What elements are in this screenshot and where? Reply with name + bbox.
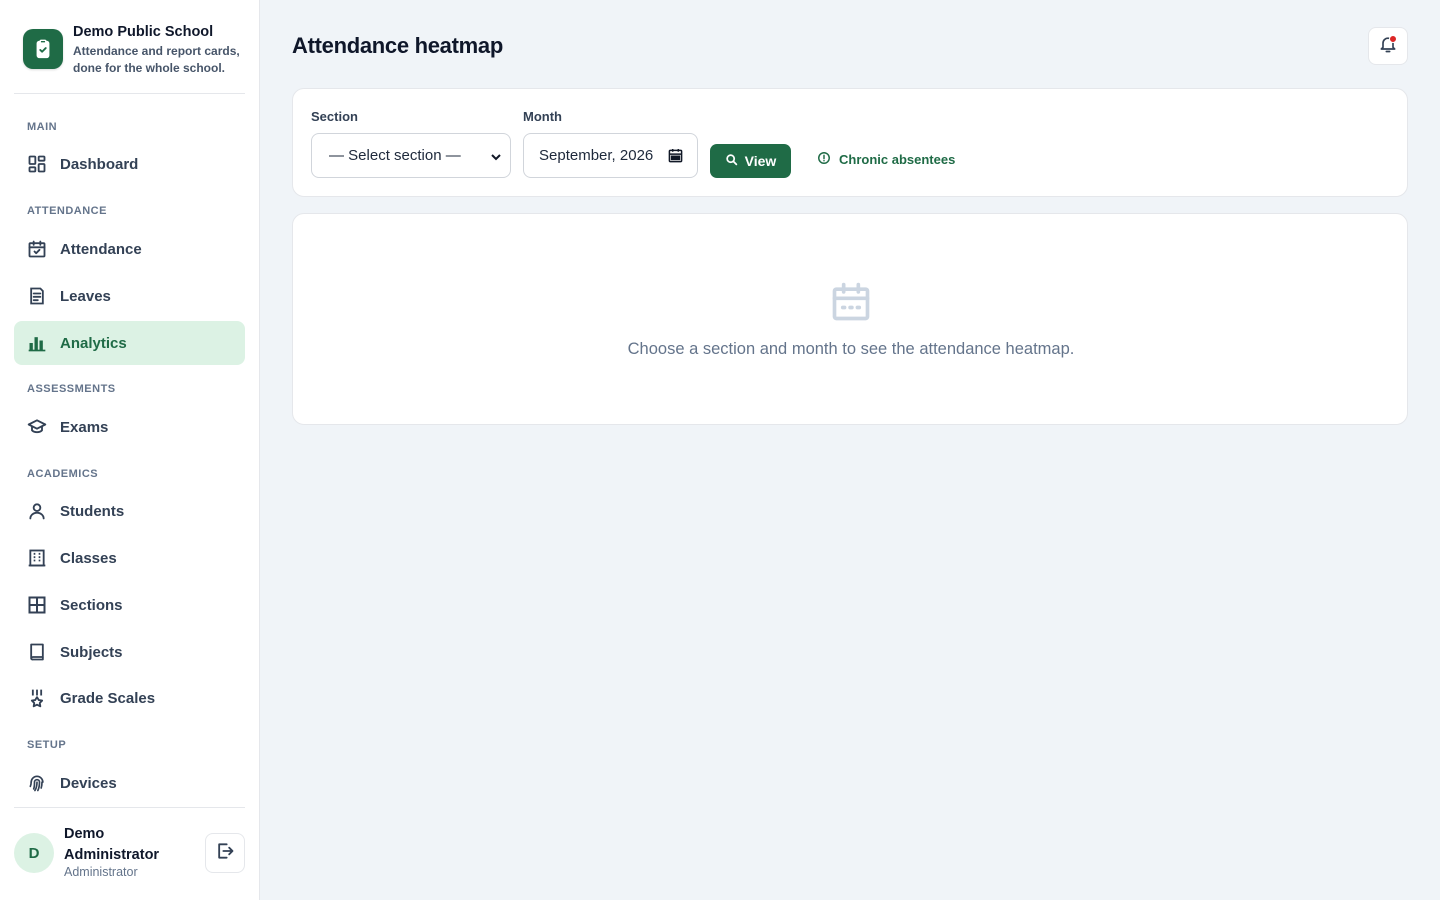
alert-circle-icon (817, 151, 831, 168)
sidebar-item-label: Subjects (60, 643, 123, 661)
bar-chart-icon (27, 333, 47, 353)
month-input[interactable]: September, 2026 (523, 133, 698, 178)
nav-section-main: MAIN (27, 121, 58, 133)
month-input-value: September, 2026 (539, 147, 654, 164)
brand-tagline: Attendance and report cards, done for th… (73, 44, 240, 75)
calendar-check-icon (27, 239, 47, 259)
sidebar-item-label: Attendance (60, 240, 142, 258)
sidebar-item-label: Devices (60, 774, 117, 792)
section-label: Section (311, 109, 358, 124)
section-select[interactable]: — Select section — (311, 133, 511, 178)
sidebar-item-grade-scales[interactable]: Grade Scales (14, 676, 245, 720)
sidebar-item-exams[interactable]: Exams (14, 405, 245, 449)
brand-name: Demo Public School (73, 24, 214, 40)
sidebar-item-label: Classes (60, 549, 117, 567)
user-profile: D Demo Administrator Administrator (14, 807, 245, 900)
nav-section-setup: SETUP (27, 739, 67, 751)
building-icon (27, 548, 47, 568)
fingerprint-icon (27, 773, 47, 793)
sidebar-item-label: Students (60, 502, 125, 520)
sidebar-item-label: Dashboard (60, 155, 139, 173)
section-select-value: — Select section — (329, 147, 461, 164)
nav-section-assessments: ASSESSMENTS (27, 383, 116, 395)
sidebar-item-label: Grade Scales (60, 689, 156, 707)
graduation-cap-icon (27, 417, 47, 437)
sidebar-item-label: Exams (60, 418, 109, 436)
sidebar-item-classes[interactable]: Classes (14, 536, 245, 580)
page-title: Attendance heatmap (292, 33, 503, 58)
user-icon (27, 501, 47, 521)
dashboard-icon (27, 154, 47, 174)
logout-icon (215, 841, 235, 866)
sidebar-item-label: Leaves (60, 287, 111, 305)
sidebar-item-label: Analytics (60, 334, 127, 352)
nav-section-attendance: ATTENDANCE (27, 205, 107, 217)
view-button[interactable]: View (710, 144, 791, 178)
chronic-absentees-label: Chronic absentees (839, 151, 956, 167)
calendar-picker-icon[interactable] (668, 148, 683, 167)
user-role: Administrator (64, 865, 138, 879)
view-button-label: View (744, 153, 777, 169)
notifications-button[interactable] (1368, 27, 1408, 65)
book-icon (27, 642, 47, 662)
month-label: Month (523, 109, 562, 124)
calendar-icon (829, 280, 873, 329)
document-icon (27, 286, 47, 306)
grid-icon (27, 595, 47, 615)
notification-badge (1389, 35, 1397, 43)
heatmap-empty-state: Choose a section and month to see the at… (292, 213, 1408, 425)
clipboard-check-icon (23, 29, 63, 69)
filter-card: Section — Select section — Month Septemb… (292, 88, 1408, 197)
sidebar-item-attendance[interactable]: Attendance (14, 227, 245, 271)
logout-button[interactable] (205, 833, 245, 873)
chronic-absentees-link[interactable]: Chronic absentees (817, 149, 955, 169)
sidebar-item-students[interactable]: Students (14, 489, 245, 533)
sidebar-item-label: Sections (60, 596, 123, 614)
chevron-down-icon (490, 150, 502, 167)
user-name: Demo Administrator (64, 826, 160, 863)
empty-state-message: Choose a section and month to see the at… (627, 340, 1075, 358)
search-icon (725, 153, 738, 169)
sidebar-item-analytics[interactable]: Analytics (14, 321, 245, 365)
sidebar-item-subjects[interactable]: Subjects (14, 630, 245, 674)
sidebar: Demo Public School Attendance and report… (0, 0, 260, 900)
sidebar-item-devices[interactable]: Devices (14, 761, 245, 805)
avatar: D (14, 833, 54, 873)
sidebar-item-dashboard[interactable]: Dashboard (14, 142, 245, 186)
nav-section-academics: ACADEMICS (27, 468, 99, 480)
award-icon (27, 688, 47, 708)
sidebar-item-leaves[interactable]: Leaves (14, 274, 245, 318)
sidebar-item-sections[interactable]: Sections (14, 583, 245, 627)
brand: Demo Public School Attendance and report… (14, 14, 245, 94)
